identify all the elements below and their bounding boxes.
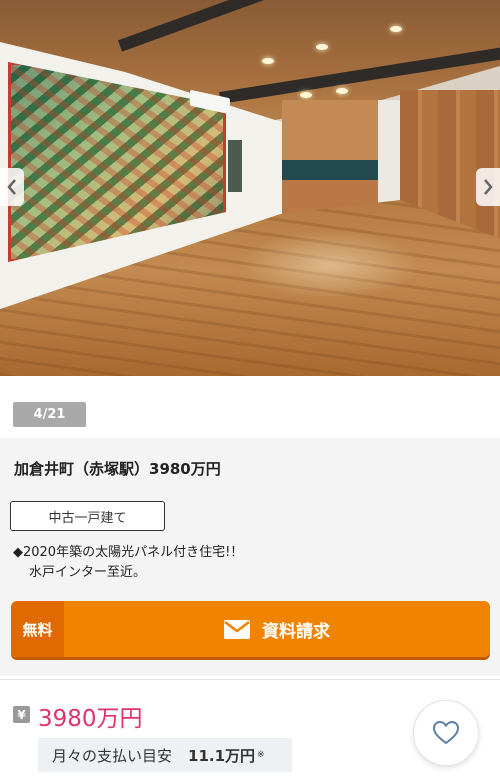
divider [0, 679, 500, 680]
gallery-prev-button[interactable] [0, 168, 24, 206]
monthly-payment-value: 11.1万円 [188, 746, 256, 765]
description-line: 水戸インター至近。 [29, 565, 147, 580]
mail-icon [224, 619, 250, 639]
floor-reflection [240, 230, 420, 300]
ceiling-light [300, 92, 312, 98]
listing-title: 加倉井町（赤塚駅）3980万円 [14, 460, 221, 478]
monthly-payment-label: 月々の支払い目安 [52, 746, 173, 765]
ceiling-light [262, 58, 274, 64]
chevron-left-icon [7, 179, 16, 195]
ceiling-light [316, 44, 328, 50]
heart-icon [432, 720, 460, 745]
window [228, 140, 242, 192]
favorite-button[interactable] [413, 700, 479, 766]
request-info-button[interactable]: 無料 資料請求 [11, 601, 490, 657]
ceiling-light [336, 88, 348, 94]
description-line: ◆2020年築の太陽光パネル付き住宅!！ [13, 545, 244, 560]
property-type-tag: 中古一戸建て [10, 501, 165, 531]
monthly-payment: 月々の支払い目安 11.1万円 ※ [38, 738, 292, 772]
free-label: 無料 [11, 601, 64, 657]
kitchen-backsplash [282, 160, 378, 180]
photo-counter: 4/21 [13, 402, 86, 427]
chevron-right-icon [484, 179, 493, 195]
gallery-next-button[interactable] [476, 168, 500, 206]
property-photo[interactable] [0, 0, 500, 376]
request-info-main: 資料請求 [64, 601, 490, 657]
monthly-payment-note: ※ [257, 750, 265, 760]
listing-description: ◆2020年築の太陽光パネル付き住宅!！ 水戸インター至近。 [13, 543, 243, 583]
yen-icon: ¥ [13, 706, 30, 723]
listing-price: 3980万円 [38, 706, 143, 732]
ceiling-light [390, 26, 402, 32]
request-info-label: 資料請求 [262, 621, 330, 642]
